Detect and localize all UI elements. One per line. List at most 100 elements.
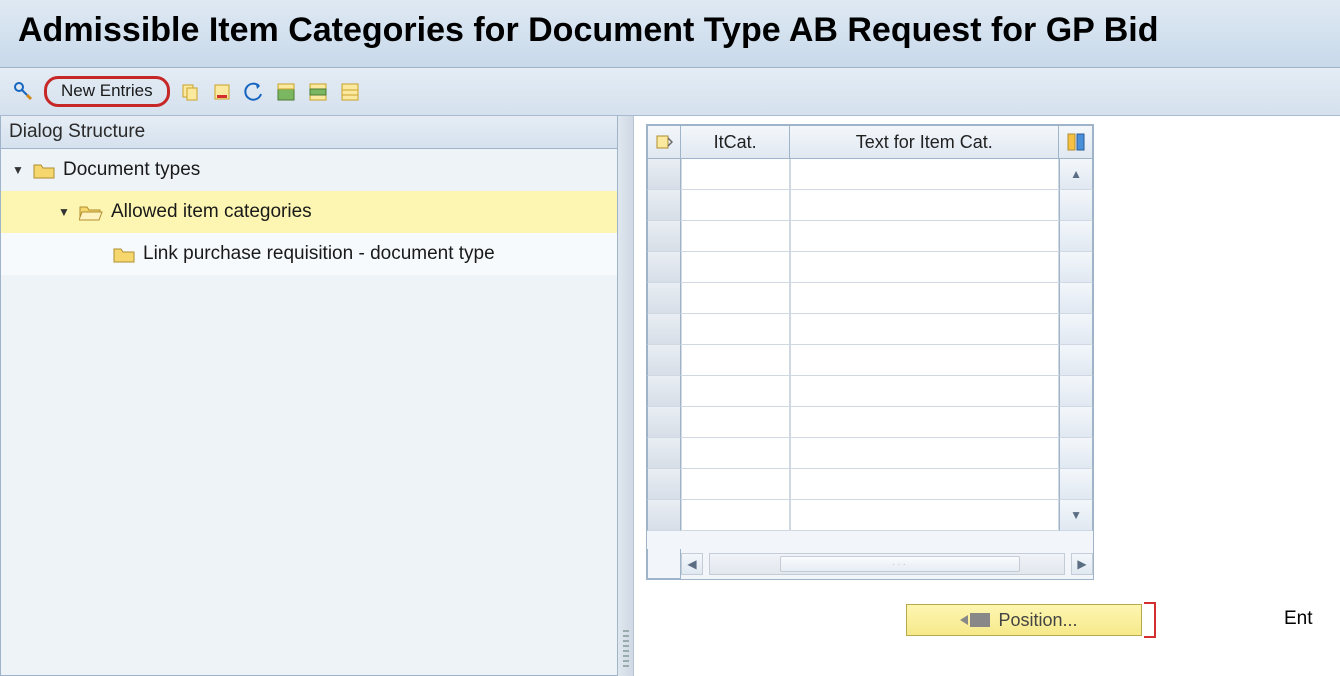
footer-text-fragment: Ent <box>1284 608 1313 630</box>
copy-as-icon[interactable] <box>178 80 202 104</box>
toolbar: New Entries <box>0 68 1340 116</box>
cell-itcat[interactable] <box>681 190 791 221</box>
expand-collapse-icon[interactable]: ▼ <box>57 205 71 219</box>
grid-row[interactable] <box>647 314 1093 345</box>
grid-row[interactable] <box>647 345 1093 376</box>
cell-text[interactable] <box>790 159 1059 190</box>
grid-col-text[interactable]: Text for Item Cat. <box>790 125 1059 159</box>
grid-configure-icon[interactable] <box>1059 125 1093 159</box>
scroll-track[interactable] <box>1059 221 1093 252</box>
row-selector[interactable] <box>647 159 681 190</box>
cell-text[interactable] <box>790 407 1059 438</box>
hscroll-track[interactable]: ··· <box>709 553 1065 575</box>
position-icon <box>970 613 990 627</box>
grid-row[interactable] <box>647 190 1093 221</box>
row-selector[interactable] <box>647 407 681 438</box>
cell-text[interactable] <box>790 438 1059 469</box>
cell-text[interactable] <box>790 190 1059 221</box>
grid-row[interactable]: ▼ <box>647 500 1093 531</box>
grid-col-itcat[interactable]: ItCat. <box>681 125 791 159</box>
row-selector[interactable] <box>647 314 681 345</box>
cell-text[interactable] <box>790 345 1059 376</box>
grid-row[interactable] <box>647 252 1093 283</box>
scroll-track[interactable] <box>1059 252 1093 283</box>
tree-node-label: Link purchase requisition - document typ… <box>143 243 495 265</box>
grid-body: ▲ <box>647 159 1093 549</box>
cell-itcat[interactable] <box>681 469 791 500</box>
scroll-track[interactable] <box>1059 314 1093 345</box>
scroll-down-icon[interactable]: ▼ <box>1059 500 1093 531</box>
select-all-icon[interactable] <box>274 80 298 104</box>
cell-itcat[interactable] <box>681 500 791 531</box>
tree-node-allowed-item-categories[interactable]: ▼ Allowed item categories <box>1 191 617 233</box>
cell-itcat[interactable] <box>681 438 791 469</box>
new-entries-button[interactable]: New Entries <box>44 76 170 107</box>
deselect-all-icon[interactable] <box>338 80 362 104</box>
position-button[interactable]: Position... <box>906 604 1142 636</box>
scroll-track[interactable] <box>1059 190 1093 221</box>
cell-itcat[interactable] <box>681 376 791 407</box>
cell-text[interactable] <box>790 376 1059 407</box>
cell-text[interactable] <box>790 221 1059 252</box>
cell-itcat[interactable] <box>681 314 791 345</box>
grid-row[interactable] <box>647 283 1093 314</box>
grid-row[interactable] <box>647 376 1093 407</box>
title-bar: Admissible Item Categories for Document … <box>0 0 1340 68</box>
row-selector[interactable] <box>647 438 681 469</box>
row-selector[interactable] <box>647 221 681 252</box>
row-selector[interactable] <box>647 469 681 500</box>
dialog-structure-panel: Dialog Structure ▼ Document types ▼ Allo… <box>0 116 618 676</box>
page-title: Admissible Item Categories for Document … <box>18 11 1158 50</box>
cell-text[interactable] <box>790 252 1059 283</box>
delete-icon[interactable] <box>210 80 234 104</box>
cell-text[interactable] <box>790 469 1059 500</box>
tree-node-link-purchase-requisition[interactable]: Link purchase requisition - document typ… <box>1 233 617 275</box>
scroll-track[interactable] <box>1059 469 1093 500</box>
cell-itcat[interactable] <box>681 345 791 376</box>
cell-itcat[interactable] <box>681 252 791 283</box>
scroll-up-icon[interactable]: ▲ <box>1059 159 1093 190</box>
splitter-handle[interactable] <box>618 116 634 676</box>
scroll-track[interactable] <box>1059 283 1093 314</box>
expand-collapse-icon[interactable]: ▼ <box>11 163 25 177</box>
folder-open-icon <box>79 203 103 221</box>
scroll-track[interactable] <box>1059 438 1093 469</box>
cell-itcat[interactable] <box>681 159 791 190</box>
grid-row[interactable] <box>647 221 1093 252</box>
hscroll-thumb[interactable]: ··· <box>780 556 1020 572</box>
row-selector[interactable] <box>647 345 681 376</box>
hscroll-left-icon[interactable]: ◀ <box>681 553 703 575</box>
cell-itcat[interactable] <box>681 283 791 314</box>
folder-closed-icon <box>33 161 55 179</box>
row-selector[interactable] <box>647 376 681 407</box>
grid-row[interactable] <box>647 407 1093 438</box>
work-area: Dialog Structure ▼ Document types ▼ Allo… <box>0 116 1340 676</box>
grid-row[interactable]: ▲ <box>647 159 1093 190</box>
grid-select-all-icon[interactable] <box>647 125 681 159</box>
tree-node-label: Document types <box>63 159 200 181</box>
grid-row[interactable] <box>647 438 1093 469</box>
hscroll-right-icon[interactable]: ▶ <box>1071 553 1093 575</box>
horizontal-scrollbar[interactable]: ◀ ··· ▶ <box>647 549 1093 579</box>
tree-node-document-types[interactable]: ▼ Document types <box>1 149 617 191</box>
scroll-track[interactable] <box>1059 345 1093 376</box>
tree-node-label: Allowed item categories <box>111 201 312 223</box>
folder-closed-icon <box>113 245 135 263</box>
cell-text[interactable] <box>790 283 1059 314</box>
row-selector[interactable] <box>647 500 681 531</box>
dialog-structure-tree: ▼ Document types ▼ Allowed item categori… <box>1 149 617 675</box>
row-selector[interactable] <box>647 283 681 314</box>
cell-itcat[interactable] <box>681 407 791 438</box>
row-selector[interactable] <box>647 252 681 283</box>
cell-text[interactable] <box>790 314 1059 345</box>
cell-text[interactable] <box>790 500 1059 531</box>
position-button-label: Position... <box>998 610 1077 631</box>
select-block-icon[interactable] <box>306 80 330 104</box>
grid-row[interactable] <box>647 469 1093 500</box>
cell-itcat[interactable] <box>681 221 791 252</box>
scroll-track[interactable] <box>1059 376 1093 407</box>
undo-icon[interactable] <box>242 80 266 104</box>
scroll-track[interactable] <box>1059 407 1093 438</box>
row-selector[interactable] <box>647 190 681 221</box>
display-change-toggle-icon[interactable] <box>12 80 36 104</box>
